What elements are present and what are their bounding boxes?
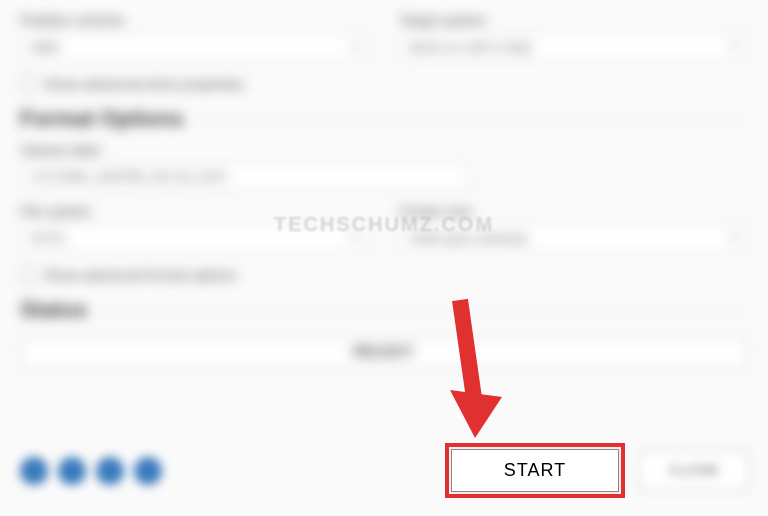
settings-icon[interactable] xyxy=(58,457,86,485)
hash-icon[interactable] xyxy=(134,457,162,485)
log-icon[interactable] xyxy=(96,457,124,485)
cluster-size-value: 4096 bytes (Default) xyxy=(410,231,527,246)
show-drive-props-label: Show advanced drive properties xyxy=(44,76,244,92)
partition-scheme-dropdown[interactable]: MBR xyxy=(20,32,369,62)
start-button[interactable]: START xyxy=(451,449,619,492)
volume-label-value: CCCOMA_X64FRE_EN-US_DV9 xyxy=(31,169,225,184)
info-icon[interactable] xyxy=(20,457,48,485)
partition-scheme-value: MBR xyxy=(31,40,60,55)
file-system-value: NTFS xyxy=(31,231,65,246)
target-system-label: Target system xyxy=(399,12,748,28)
volume-label-label: Volume label xyxy=(20,142,748,158)
file-system-label: File system xyxy=(20,203,369,219)
partition-scheme-label: Partition scheme xyxy=(20,12,369,28)
volume-label-input[interactable]: CCCOMA_X64FRE_EN-US_DV9 xyxy=(20,162,471,191)
status-bar: READY xyxy=(20,337,748,369)
status-text: READY xyxy=(353,344,414,362)
divider xyxy=(196,119,748,120)
show-format-opts-checkbox[interactable] xyxy=(20,267,36,283)
close-button[interactable]: CLOSE xyxy=(639,451,748,490)
format-options-heading: Format Options xyxy=(20,106,184,132)
cluster-size-label: Cluster size xyxy=(399,203,748,219)
divider xyxy=(99,310,748,311)
target-system-dropdown[interactable]: BIOS (or UEFI-CSM) xyxy=(399,32,748,62)
file-system-dropdown[interactable]: NTFS xyxy=(20,223,369,253)
status-heading: Status xyxy=(20,297,87,323)
start-highlight: START xyxy=(445,443,625,498)
show-drive-props-checkbox[interactable] xyxy=(20,76,36,92)
show-format-opts-label: Show advanced format options xyxy=(44,267,236,283)
cluster-size-dropdown[interactable]: 4096 bytes (Default) xyxy=(399,223,748,253)
target-system-value: BIOS (or UEFI-CSM) xyxy=(410,40,531,55)
